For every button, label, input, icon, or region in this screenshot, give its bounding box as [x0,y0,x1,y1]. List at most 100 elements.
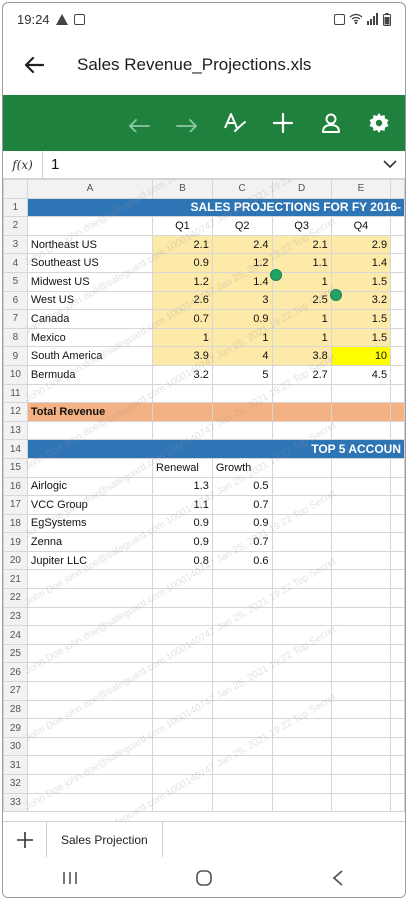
cell[interactable] [390,253,405,273]
cell[interactable] [390,792,405,813]
row-header[interactable]: 29 [3,718,28,738]
cell[interactable] [330,532,392,552]
cell[interactable] [152,736,213,757]
cell[interactable] [390,420,405,441]
tab-sales-projection[interactable]: Sales Projection [47,822,163,857]
cell[interactable] [152,606,213,627]
cell[interactable] [26,774,154,794]
account-growth[interactable]: 0.7 [211,495,273,515]
row-header[interactable]: 7 [3,309,28,329]
row-header[interactable]: 26 [3,662,28,683]
cell[interactable] [330,625,392,645]
row-header[interactable]: 30 [3,736,28,757]
column-header-e[interactable]: E [330,179,392,199]
cell[interactable] [390,662,405,683]
row-header[interactable]: 12 [3,402,28,422]
add-sheet-icon[interactable] [3,822,47,857]
row-header[interactable]: 18 [3,513,28,534]
cell[interactable] [26,755,154,775]
cell[interactable] [271,774,332,794]
grid-table[interactable]: A B C D E 1 SALES PROJECTIONS FOR FY 2016… [3,179,405,813]
cell[interactable] [390,718,405,738]
cell[interactable] [390,383,405,404]
cell[interactable] [26,588,154,608]
region-value[interactable]: 1.5 [330,309,392,329]
region-value[interactable]: 3.2 [152,364,213,385]
cell[interactable] [390,216,405,236]
cell[interactable] [26,625,154,645]
cell[interactable] [390,643,405,664]
cell[interactable] [26,606,154,627]
cell[interactable] [26,383,154,404]
cell[interactable] [330,681,392,701]
row-header[interactable]: 19 [3,532,28,552]
cell[interactable] [390,364,405,385]
row-header[interactable]: 5 [3,271,28,292]
account-header[interactable]: Renewal [152,457,213,478]
region-value[interactable]: 0.9 [211,309,273,329]
cell[interactable] [271,643,332,664]
cell[interactable] [152,643,213,664]
cell[interactable] [390,495,405,515]
select-all-corner[interactable] [3,179,28,199]
cell[interactable] [26,569,154,590]
cell[interactable] [26,662,154,683]
home-icon[interactable] [184,863,224,893]
cell[interactable] [211,606,273,627]
row-header[interactable]: 13 [3,420,28,441]
formula-input[interactable]: 1 [43,156,375,173]
region-name[interactable]: Mexico [26,327,154,348]
accounts-title-cell[interactable]: TOP 5 ACCOUN [26,439,405,459]
cell[interactable] [390,346,405,366]
cell[interactable] [330,699,392,720]
cell[interactable] [330,588,392,608]
cell[interactable] [271,606,332,627]
cell[interactable] [390,569,405,590]
cell[interactable] [330,495,392,515]
quarter-header[interactable]: Q4 [330,216,392,236]
cell[interactable] [26,420,154,441]
account-renewal[interactable]: 1.3 [152,476,213,497]
cell[interactable] [26,736,154,757]
cell[interactable] [211,681,273,701]
cell[interactable] [211,643,273,664]
gear-icon[interactable] [367,111,391,135]
region-value[interactable]: 3 [211,290,273,311]
region-value[interactable]: 1 [271,309,332,329]
cell[interactable] [390,699,405,720]
row-header[interactable]: 32 [3,774,28,794]
cell[interactable] [330,755,392,775]
region-value[interactable]: 1 [271,327,332,348]
cell[interactable] [152,588,213,608]
cell[interactable] [152,569,213,590]
region-value[interactable]: 1.5 [330,271,392,292]
region-value[interactable]: 0.7 [152,309,213,329]
cell[interactable] [330,662,392,683]
region-value[interactable]: 1.2 [152,271,213,292]
region-name[interactable]: South America [26,346,154,366]
column-header-d[interactable]: D [271,179,332,199]
redo-icon[interactable] [175,111,199,135]
cell[interactable] [330,792,392,813]
selection-handle-end[interactable] [330,289,342,301]
cell[interactable] [330,643,392,664]
cell[interactable] [390,309,405,329]
cell[interactable] [26,216,154,236]
region-value[interactable]: 2.1 [271,234,332,255]
cell[interactable] [390,625,405,645]
column-header-b[interactable]: B [152,179,213,199]
cell[interactable] [330,736,392,757]
row-header[interactable]: 15 [3,457,28,478]
account-growth[interactable]: 0.6 [211,550,273,571]
cell[interactable] [211,420,273,441]
row-header[interactable]: 8 [3,327,28,348]
cell[interactable] [271,718,332,738]
cell[interactable] [390,476,405,497]
cell[interactable] [211,718,273,738]
cell[interactable] [271,476,332,497]
person-icon[interactable] [319,111,343,135]
region-value[interactable]: 2.5 [271,290,332,311]
cell[interactable] [271,662,332,683]
row-header[interactable]: 4 [3,253,28,273]
row-header[interactable]: 28 [3,699,28,720]
